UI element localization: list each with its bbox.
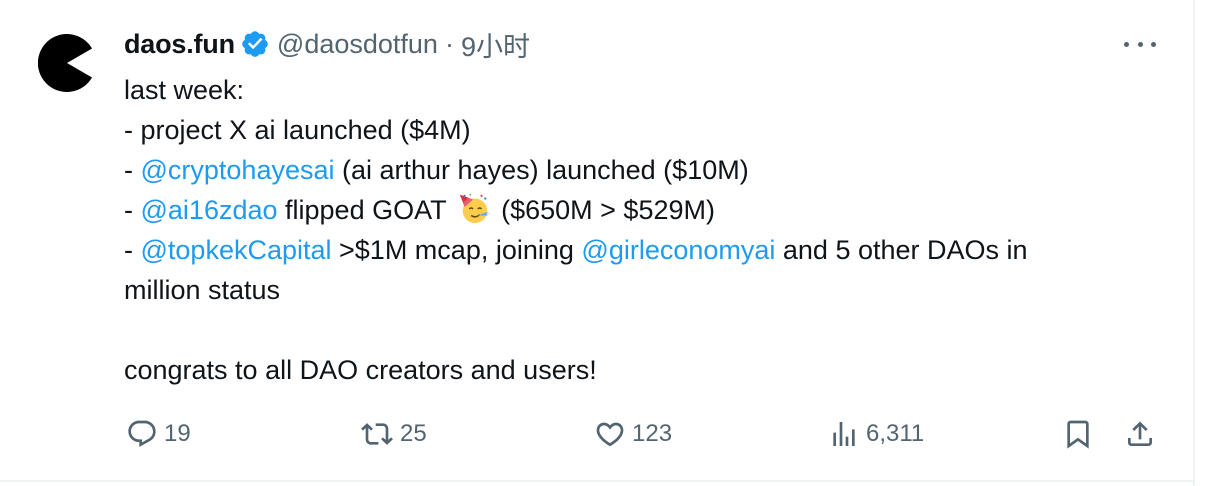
share-button[interactable] (1124, 410, 1156, 458)
share-icon (1128, 421, 1152, 446)
views-count: 6,311 (866, 420, 925, 447)
text-line: - @topkekCapital >$1M mcap, joining @gir… (124, 235, 1028, 265)
mention-ai16zdao[interactable]: @ai16zdao (141, 195, 278, 225)
column-border (1193, 0, 1195, 486)
text-line: congrats to all DAO creators and users! (124, 355, 597, 385)
reply-count: 19 (164, 420, 191, 447)
text-line: - @ai16zdao flipped GOAT ($650M > $529M) (124, 190, 1164, 230)
text-line: - @cryptohayesai (ai arthur hayes) launc… (124, 155, 749, 185)
separator-dot: · (444, 28, 454, 59)
divider (0, 480, 1193, 482)
repost-icon (361, 423, 393, 445)
partying-face-emoji-icon (459, 193, 490, 224)
text-line: million status (124, 275, 281, 305)
like-count: 123 (632, 420, 673, 447)
mention-topkekcapital[interactable]: @topkekCapital (141, 235, 332, 265)
repost-button[interactable]: 25 (360, 410, 427, 458)
timestamp[interactable]: 9小时 (461, 25, 530, 64)
views-button[interactable]: 6,311 (828, 410, 924, 458)
bookmark-button[interactable] (1062, 410, 1094, 458)
repost-count: 25 (400, 420, 427, 447)
verified-badge-icon (242, 31, 268, 57)
more-icon[interactable] (1124, 34, 1156, 54)
tweet-text: last week: - project X ai launched ($4M)… (124, 70, 1164, 390)
display-name[interactable]: daos.fun (124, 29, 235, 60)
text-line: last week: (124, 75, 245, 105)
tweet[interactable]: daos.fun @daosdotfun · 9小时 last week: - … (0, 0, 1193, 486)
heart-icon (596, 422, 624, 447)
reply-button[interactable]: 19 (126, 410, 191, 458)
bookmark-icon (1067, 420, 1089, 449)
text-line: - project X ai launched ($4M) (124, 115, 471, 145)
avatar[interactable] (38, 34, 96, 92)
handle[interactable]: @daosdotfun (277, 29, 438, 60)
mention-cryptohayesai[interactable]: @cryptohayesai (141, 155, 335, 185)
mention-girleconomyai[interactable]: @girleconomyai (581, 235, 775, 265)
action-bar: 19 25 123 6,311 (0, 410, 1193, 458)
tweet-header: daos.fun @daosdotfun · 9小时 (124, 24, 530, 64)
reply-icon (128, 420, 156, 447)
views-icon (833, 422, 855, 446)
like-button[interactable]: 123 (594, 410, 672, 458)
